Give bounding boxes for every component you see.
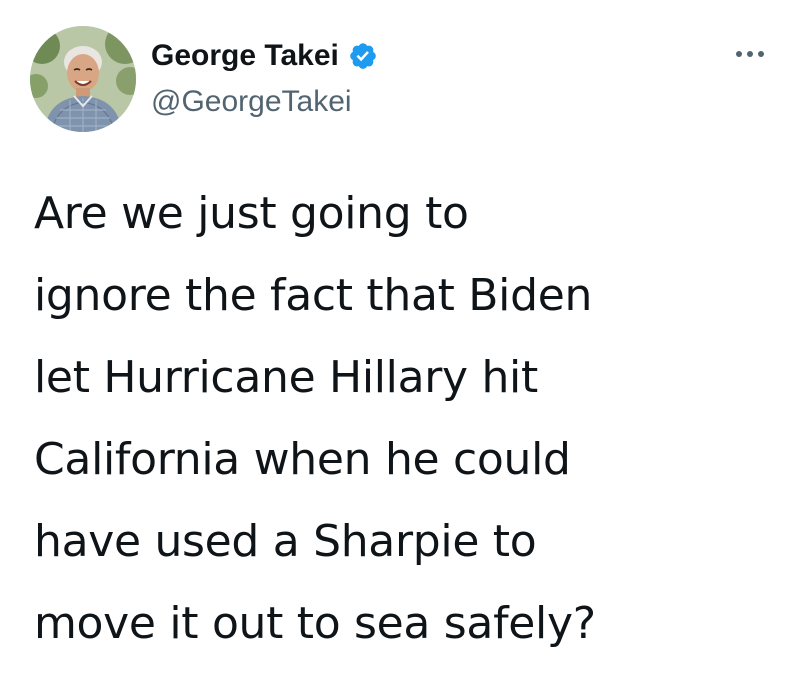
tweet-text-line: move it out to sea safely? (34, 598, 596, 649)
tweet-text: Are we just going to ignore the fact tha… (34, 173, 779, 665)
tweet-text-line: let Hurricane Hillary hit (34, 352, 538, 403)
tweet-card: George Takei @GeorgeTakei Are we just go… (0, 0, 789, 699)
author-name-row: George Takei (151, 38, 378, 74)
verified-badge-icon[interactable] (348, 41, 378, 71)
author-handle[interactable]: @GeorgeTakei (151, 84, 352, 120)
avatar-photo (30, 26, 136, 132)
tweet-text-line: have used a Sharpie to (34, 516, 537, 567)
tweet-text-line: ignore the fact that Biden (34, 270, 593, 321)
tweet-text-line: California when he could (34, 434, 571, 485)
more-options-icon[interactable] (733, 44, 767, 64)
author-display-name[interactable]: George Takei (151, 38, 339, 74)
author-avatar[interactable] (30, 26, 136, 132)
tweet-text-line: Are we just going to (34, 188, 469, 239)
